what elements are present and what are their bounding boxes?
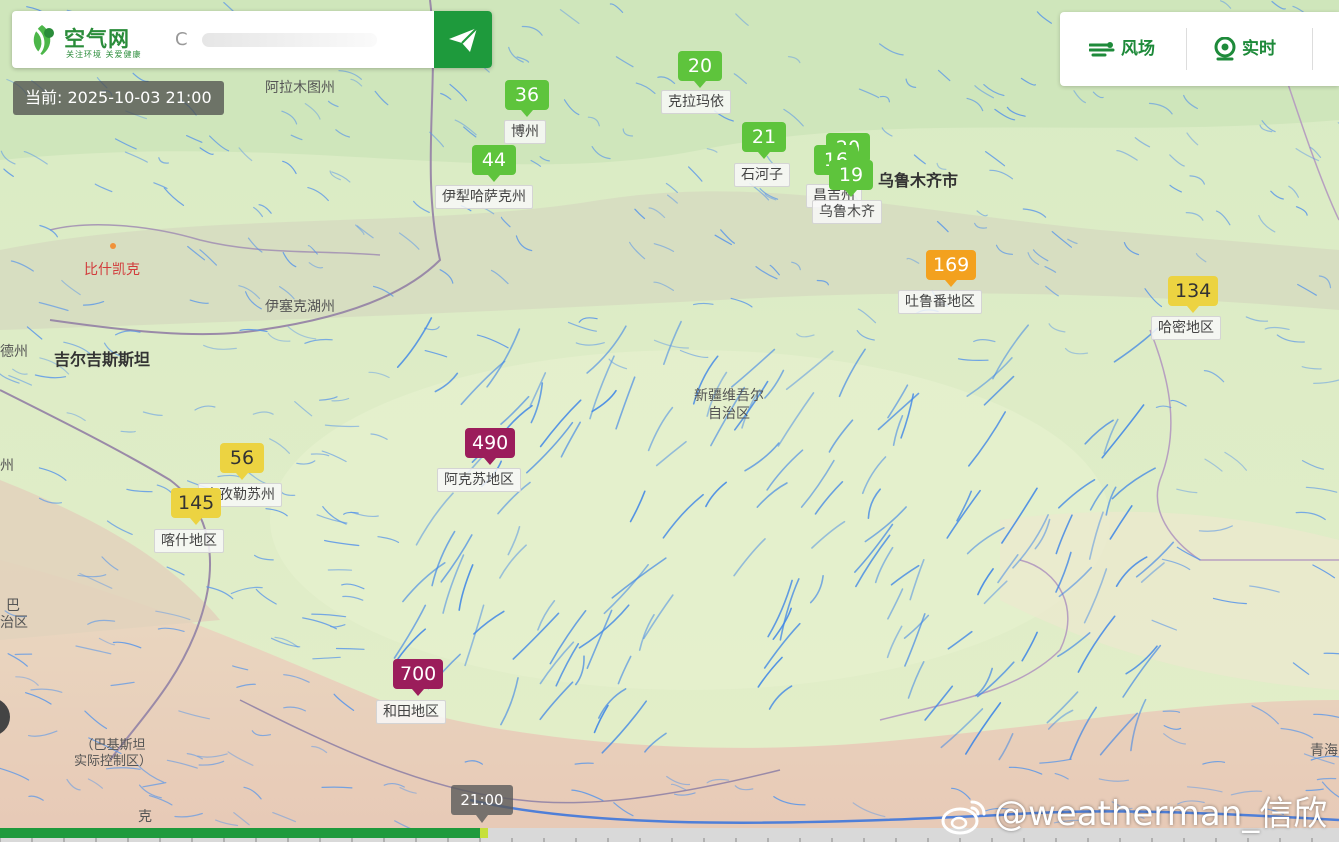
capital-dot-icon	[110, 243, 116, 249]
map-canvas[interactable]: 阿拉木图州 比什凯克 伊塞克湖州 吉尔吉斯斯坦 乌鲁木齐市 新疆维吾尔 自治区 …	[0, 0, 1339, 842]
map-label-pakistan: （巴基斯坦 实际控制区）	[74, 738, 153, 769]
map-label-left-4: 治区	[0, 615, 28, 631]
aqi-marker-hami[interactable]: 134	[1168, 276, 1219, 313]
aqi-marker-turpan[interactable]: 169	[926, 250, 977, 287]
timeline-progress	[0, 828, 483, 838]
aqi-marker-kizilsu[interactable]: 56	[220, 443, 264, 480]
wind-icon	[1089, 42, 1115, 57]
current-time-badge: 当前: 2025-10-03 21:00	[13, 81, 224, 115]
place-label-kashgar[interactable]: 喀什地区	[154, 529, 224, 553]
weibo-watermark: @weatherman_信欣	[940, 786, 1328, 834]
place-label-bozhou[interactable]: 博州	[504, 120, 546, 144]
place-label-aksu[interactable]: 阿克苏地区	[437, 468, 521, 492]
logo-leaf-icon	[33, 25, 54, 56]
toolbar-divider	[1186, 28, 1187, 70]
timeline-current-time: 21:00	[451, 785, 513, 823]
place-label-turpan[interactable]: 吐鲁番地区	[898, 290, 982, 314]
toolbar-divider	[1312, 28, 1313, 70]
search-bar: 空气网 关注环境 关爱健康 C	[12, 11, 492, 68]
place-label-hami[interactable]: 哈密地区	[1151, 316, 1221, 340]
realtime-label: 实时	[1242, 39, 1276, 59]
layer-toolbar: 风场 实时	[1060, 12, 1339, 86]
map-label-urumqi-city: 乌鲁木齐市	[878, 171, 959, 190]
map-label-left-1: 德州	[0, 344, 28, 360]
place-label-shihezi[interactable]: 石河子	[734, 163, 790, 187]
aqi-marker-karamay[interactable]: 20	[678, 51, 722, 88]
map-label-xinjiang: 新疆维吾尔 自治区	[694, 388, 764, 422]
aqi-marker-kashgar[interactable]: 145	[171, 488, 222, 525]
weibo-logo-icon	[941, 800, 986, 834]
wind-layer-label: 风场	[1121, 39, 1155, 59]
map-label-issyk: 伊塞克湖州	[265, 299, 335, 315]
map-label-left-2: 州	[0, 458, 14, 474]
place-label-karamay[interactable]: 克拉玛依	[661, 90, 731, 114]
wind-streak	[120, 430, 136, 433]
aqi-marker-shihezi[interactable]: 21	[742, 122, 786, 159]
timeline-ticks	[0, 838, 1313, 842]
realtime-button[interactable]: 实时	[1214, 33, 1276, 65]
loading-icon: C	[175, 29, 188, 50]
aqi-marker-ili[interactable]: 44	[472, 145, 516, 182]
search-button[interactable]	[434, 11, 492, 68]
send-icon	[449, 27, 478, 52]
map-label-bottom-k: 克	[138, 809, 152, 825]
map-label-qinghai: 青海	[1310, 743, 1338, 759]
timeline-handle[interactable]	[480, 828, 489, 838]
map-label-almaty: 阿拉木图州	[265, 80, 335, 96]
map-label-kyrgyzstan: 吉尔吉斯斯坦	[54, 350, 151, 369]
terrain-layer	[0, 0, 1339, 842]
aqi-marker-urumqi[interactable]: 19	[829, 160, 873, 197]
watermark-text: @weatherman_信欣	[994, 794, 1328, 834]
search-input[interactable]	[190, 27, 424, 55]
aqi-marker-hotan[interactable]: 700	[393, 659, 444, 696]
logo-slogan: 关注环境 关爱健康	[66, 50, 142, 59]
place-label-urumqi[interactable]: 乌鲁木齐	[812, 200, 882, 224]
aqi-marker-aksu[interactable]: 490	[465, 428, 516, 465]
place-label-hotan[interactable]: 和田地区	[376, 700, 446, 724]
aqi-marker-bozhou[interactable]: 36	[505, 80, 549, 117]
place-label-ili[interactable]: 伊犁哈萨克州	[435, 185, 533, 209]
wind-layer-button[interactable]: 风场	[1089, 33, 1155, 65]
map-label-bishkek: 比什凯克	[84, 262, 140, 278]
site-logo[interactable]: 空气网 关注环境 关爱健康	[22, 18, 162, 62]
location-pin-icon	[1214, 37, 1236, 61]
